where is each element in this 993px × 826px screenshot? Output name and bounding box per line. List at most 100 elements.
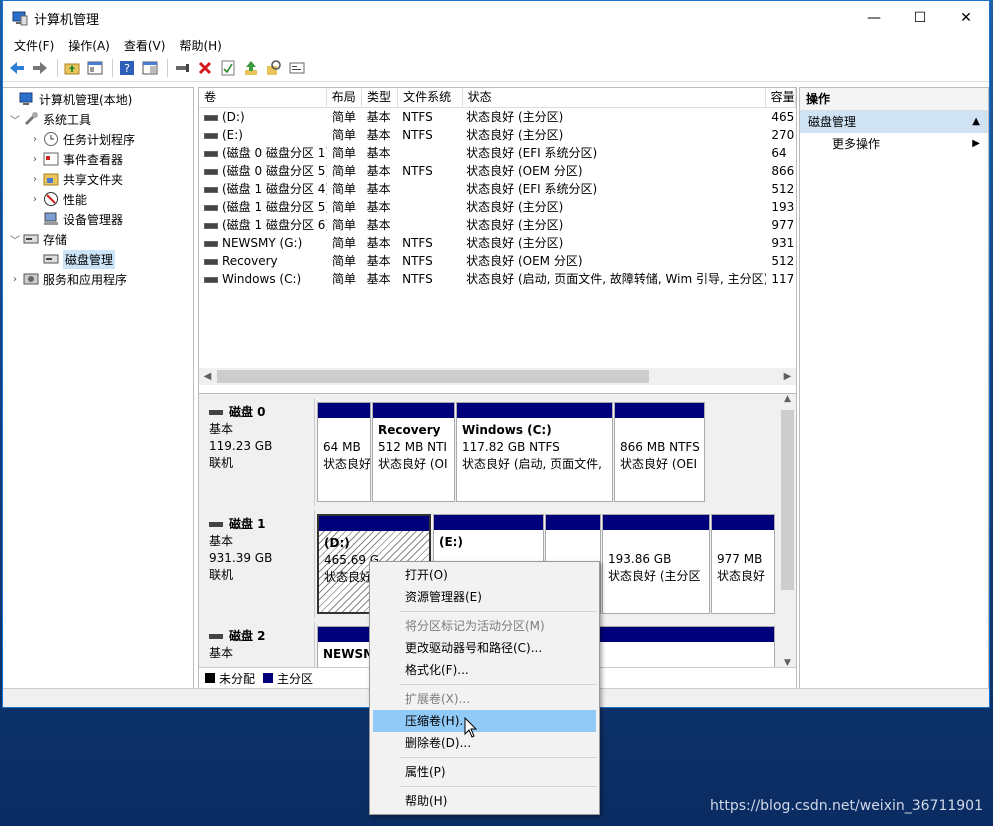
close-button[interactable]: ✕	[943, 1, 989, 35]
partition-block[interactable]: 193.86 GB 状态良好 (主分区	[602, 514, 710, 614]
tree-item-task-scheduler[interactable]: › 任务计划程序	[3, 129, 193, 149]
scroll-up-icon[interactable]: ▲	[779, 394, 796, 404]
table-row[interactable]: (E:) 简单 基本 NTFS 状态良好 (主分区) 270	[199, 126, 796, 144]
table-row[interactable]: (磁盘 1 磁盘分区 4) 简单 基本 状态良好 (EFI 系统分区) 512	[199, 180, 796, 198]
table-row[interactable]: NEWSMY (G:) 简单 基本 NTFS 状态良好 (主分区) 931	[199, 234, 796, 252]
cell-text: 基本	[366, 146, 391, 160]
watermark: https://blog.csdn.net/weixin_36711901	[709, 798, 983, 814]
table-row[interactable]: (磁盘 0 磁盘分区 1) 简单 基本 状态良好 (EFI 系统分区) 64	[199, 144, 796, 162]
tree-item-disk-management[interactable]: 磁盘管理	[3, 249, 193, 269]
console-button[interactable]	[287, 58, 307, 78]
tree-item-root[interactable]: 计算机管理(本地)	[3, 89, 193, 109]
up-folder-button[interactable]	[62, 58, 82, 78]
table-row[interactable]: Recovery 简单 基本 NTFS 状态良好 (OEM 分区) 512	[199, 252, 796, 270]
menu-item-help[interactable]: 帮助(H)	[370, 790, 599, 812]
table-row[interactable]: Windows (C:) 简单 基本 NTFS 状态良好 (启动, 页面文件, 故障转储…	[199, 270, 796, 288]
vertical-scrollbar[interactable]: ▲ ▼	[779, 394, 796, 668]
col-layout[interactable]: 布局	[327, 88, 362, 107]
title-bar[interactable]: 计算机管理 — ☐ ✕	[3, 1, 989, 35]
collapse-chevron-icon[interactable]: ›	[29, 134, 41, 145]
actions-disk-management[interactable]: 磁盘管理 ▲	[800, 111, 988, 133]
menu-item-format[interactable]: 格式化(F)...	[370, 659, 599, 681]
menu-item-change-letter[interactable]: 更改驱动器号和路径(C)...	[370, 637, 599, 659]
toolbar: ?	[3, 55, 989, 82]
disk-1-label[interactable]: 磁盘 1 基本 931.39 GB 联机	[199, 510, 315, 618]
table-cell: 状态良好 (OEM 分区)	[461, 252, 766, 270]
checklist-icon	[221, 60, 235, 76]
table-cell: (磁盘 0 磁盘分区 1)	[199, 144, 327, 162]
collapse-up-icon[interactable]: ▲	[972, 111, 980, 133]
search-button[interactable]	[264, 58, 284, 78]
cell-text: 状态良好 (主分区)	[466, 110, 564, 124]
checklist-button[interactable]	[218, 58, 238, 78]
disk-2-label[interactable]: 磁盘 2 基本	[199, 622, 315, 668]
table-cell: 64	[766, 144, 796, 162]
volume-icon	[204, 186, 218, 193]
scroll-thumb[interactable]	[217, 370, 649, 383]
col-filesystem[interactable]: 文件系统	[398, 88, 463, 107]
show-hide-tree-button[interactable]	[85, 58, 105, 78]
properties-view-button[interactable]	[140, 58, 160, 78]
tools-icon	[23, 111, 39, 127]
menu-file[interactable]: 文件(F)	[7, 37, 61, 54]
scroll-right-icon[interactable]: ▶	[779, 371, 796, 382]
table-row[interactable]: (D:) 简单 基本 NTFS 状态良好 (主分区) 465	[199, 108, 796, 126]
tree-item-shared-folders[interactable]: › 共享文件夹	[3, 169, 193, 189]
actions-more[interactable]: 更多操作 ▶	[800, 133, 988, 155]
tree-item-system-tools[interactable]: ﹀ 系统工具	[3, 109, 193, 129]
cell-text: (D:)	[222, 110, 245, 124]
delete-button[interactable]	[195, 58, 215, 78]
partition-block[interactable]: Windows (C:) 117.82 GB NTFS 状态良好 (启动, 页面文件…	[456, 402, 613, 502]
partition-block[interactable]: 977 MB 状态良好	[711, 514, 775, 614]
actions-more-label: 更多操作	[832, 137, 881, 151]
console-tree: 计算机管理(本地) ﹀ 系统工具 › 任务计划程序 › 事件查看器 › 共享文件…	[3, 87, 194, 689]
tree-item-performance[interactable]: › 性能	[3, 189, 193, 209]
disk-status: 联机	[209, 456, 234, 470]
forward-button[interactable]	[30, 58, 50, 78]
menu-help[interactable]: 帮助(H)	[172, 37, 228, 54]
menu-item-explorer[interactable]: 资源管理器(E)	[370, 586, 599, 608]
col-status[interactable]: 状态	[463, 88, 766, 107]
help-button[interactable]: ?	[117, 58, 137, 78]
partition-block[interactable]: 64 MB 状态良好	[317, 402, 371, 502]
connect-button[interactable]	[172, 58, 192, 78]
table-cell: (磁盘 1 磁盘分区 6)	[199, 216, 327, 234]
submenu-arrow-icon: ▶	[972, 138, 980, 149]
table-row[interactable]: (磁盘 0 磁盘分区 5) 简单 基本 NTFS 状态良好 (OEM 分区) 866	[199, 162, 796, 180]
scroll-thumb[interactable]	[781, 410, 794, 590]
folder-up-icon	[64, 63, 80, 75]
col-capacity[interactable]: 容量	[766, 88, 796, 107]
tree-item-event-viewer[interactable]: › 事件查看器	[3, 149, 193, 169]
clock-icon	[43, 131, 59, 147]
menu-item-delete[interactable]: 删除卷(D)...	[370, 732, 599, 754]
cell-text: (磁盘 1 磁盘分区 6)	[222, 218, 328, 232]
menu-item-properties[interactable]: 属性(P)	[370, 761, 599, 783]
menu-item-shrink[interactable]: 压缩卷(H)...	[373, 710, 596, 732]
expand-chevron-icon[interactable]: ﹀	[9, 112, 21, 127]
back-button[interactable]	[7, 58, 27, 78]
table-cell: 866	[766, 162, 796, 180]
partition-block[interactable]: Recovery 512 MB NTI 状态良好 (OI	[372, 402, 455, 502]
services-icon	[23, 271, 39, 287]
menu-action[interactable]: 操作(A)	[61, 37, 117, 54]
tree-item-storage[interactable]: ﹀ 存储	[3, 229, 193, 249]
col-type[interactable]: 类型	[362, 88, 399, 107]
table-row[interactable]: (磁盘 1 磁盘分区 5) 简单 基本 状态良好 (主分区) 193	[199, 198, 796, 216]
partition-block[interactable]: 866 MB NTFS 状态良好 (OEI	[614, 402, 705, 502]
storage-icon	[23, 231, 39, 247]
partition-status: 状态良好 (启动, 页面文件,	[462, 457, 602, 471]
menu-item-open[interactable]: 打开(O)	[370, 564, 599, 586]
minimize-button[interactable]: —	[851, 1, 897, 35]
maximize-button[interactable]: ☐	[897, 1, 943, 35]
menu-view[interactable]: 查看(V)	[117, 37, 173, 54]
horizontal-scrollbar[interactable]: ◀ ▶	[199, 368, 796, 385]
table-cell: 简单	[327, 216, 362, 234]
disk-0-label[interactable]: 磁盘 0 基本 119.23 GB 联机	[199, 398, 315, 506]
scroll-left-icon[interactable]: ◀	[199, 371, 216, 382]
tree-item-services[interactable]: › 服务和应用程序	[3, 269, 193, 289]
table-row[interactable]: (磁盘 1 磁盘分区 6) 简单 基本 状态良好 (主分区) 977	[199, 216, 796, 234]
import-button[interactable]	[241, 58, 261, 78]
tree-item-device-manager[interactable]: 设备管理器	[3, 209, 193, 229]
col-volume[interactable]: 卷	[199, 88, 327, 107]
table-cell	[397, 180, 461, 198]
